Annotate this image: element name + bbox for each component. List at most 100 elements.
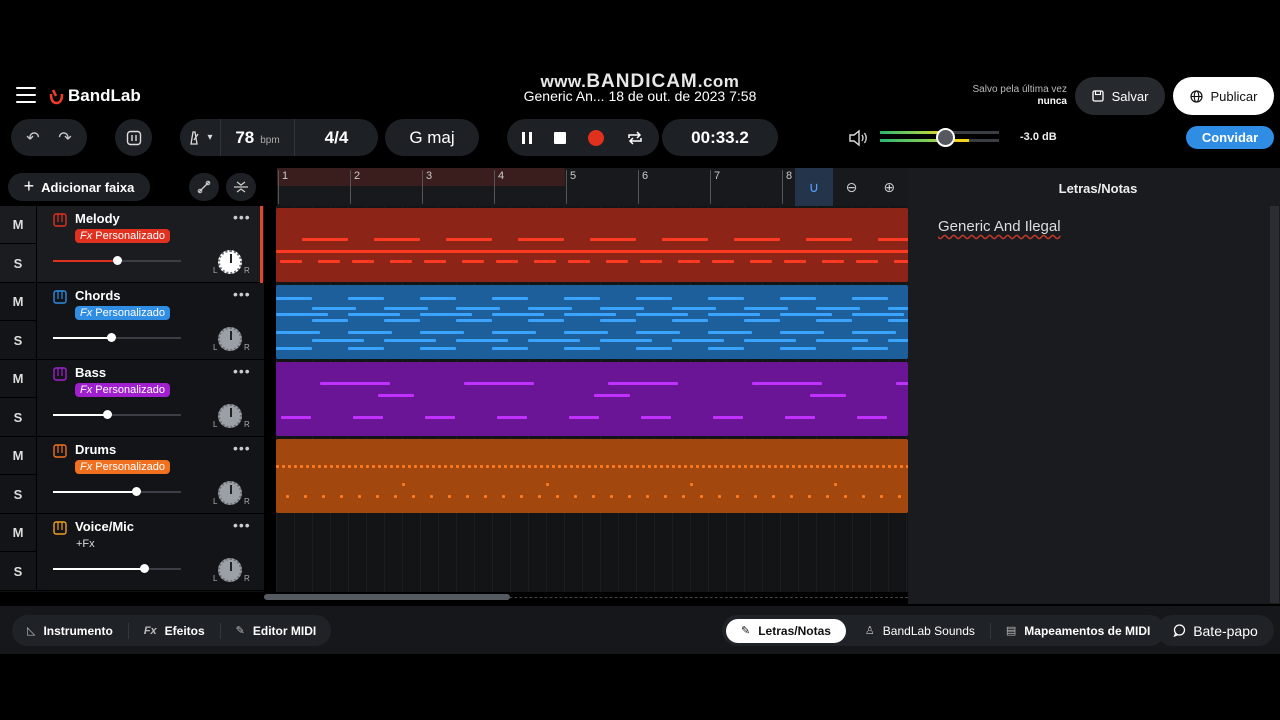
mute-button[interactable]: M bbox=[0, 437, 36, 475]
track-volume-slider[interactable] bbox=[53, 410, 181, 419]
tab-bandlab-sounds[interactable]: ♙ BandLab Sounds bbox=[850, 623, 990, 639]
volume-thumb[interactable] bbox=[113, 256, 122, 265]
metronome-button[interactable]: ▾ bbox=[180, 130, 220, 145]
track-volume-slider[interactable] bbox=[53, 487, 181, 496]
fx-badge[interactable]: Fx Personalizado bbox=[75, 460, 170, 474]
solo-button[interactable]: S bbox=[0, 398, 36, 436]
notes-editor[interactable]: Generic And Ilegal bbox=[938, 218, 1061, 235]
pause-icon[interactable] bbox=[522, 131, 532, 144]
mute-button[interactable]: M bbox=[0, 514, 36, 552]
pan-knob[interactable] bbox=[218, 481, 242, 505]
track-name[interactable]: Voice/Mic bbox=[75, 519, 134, 534]
mute-button[interactable]: M bbox=[0, 206, 36, 244]
fx-badge[interactable]: Fx Personalizado bbox=[75, 306, 170, 320]
midi-note bbox=[856, 260, 878, 263]
horizontal-scrollbar[interactable] bbox=[264, 594, 510, 600]
more-options-icon[interactable]: ••• bbox=[233, 209, 251, 225]
track-header[interactable]: M S Melody ••• Fx Personalizado L R bbox=[0, 206, 264, 283]
midi-note bbox=[678, 465, 681, 468]
snap-magnet-icon[interactable]: ∪ bbox=[795, 168, 833, 206]
solo-button[interactable]: S bbox=[0, 244, 36, 282]
midi-note bbox=[366, 465, 369, 468]
track-header[interactable]: M S Voice/Mic ••• +Fx L R bbox=[0, 514, 264, 591]
tab-lyrics-notes[interactable]: ✎ Letras/Notas bbox=[726, 618, 846, 643]
record-icon[interactable] bbox=[588, 129, 604, 146]
time-signature[interactable]: 4/4 bbox=[295, 128, 378, 148]
fx-badge[interactable]: Fx Personalizado bbox=[75, 229, 170, 243]
pan-knob[interactable] bbox=[218, 404, 242, 428]
redo-icon[interactable]: ↷ bbox=[58, 128, 71, 148]
midi-note bbox=[844, 495, 847, 498]
pan-knob[interactable] bbox=[218, 327, 242, 351]
midi-note bbox=[852, 347, 888, 350]
midi-note bbox=[816, 339, 868, 342]
add-track-button[interactable]: + Adicionar faixa bbox=[8, 173, 150, 201]
collapse-tracks-button[interactable] bbox=[226, 173, 256, 201]
zoom-in-icon[interactable]: ⊕ bbox=[870, 179, 908, 196]
more-options-icon[interactable]: ••• bbox=[233, 363, 251, 379]
track-volume-slider[interactable] bbox=[53, 333, 181, 342]
bandlab-logo[interactable]: BandLab bbox=[49, 86, 141, 106]
tab-midi-editor[interactable]: ✎ Editor MIDI bbox=[219, 622, 332, 639]
vertical-scrollbar[interactable] bbox=[1270, 206, 1279, 603]
volume-thumb[interactable] bbox=[132, 487, 142, 496]
mute-button[interactable]: M bbox=[0, 360, 36, 398]
clip-chords[interactable] bbox=[276, 285, 908, 359]
midi-note bbox=[708, 313, 760, 316]
zoom-out-icon[interactable]: ⊖ bbox=[833, 179, 871, 196]
solo-button[interactable]: S bbox=[0, 321, 36, 359]
speaker-icon[interactable] bbox=[848, 128, 870, 148]
mute-button[interactable]: M bbox=[0, 283, 36, 321]
volume-thumb[interactable] bbox=[102, 410, 112, 419]
midi-note bbox=[540, 465, 543, 468]
clip-melody[interactable] bbox=[276, 208, 908, 282]
fx-badge[interactable]: Fx Personalizado bbox=[75, 383, 170, 397]
menu-icon[interactable] bbox=[16, 87, 36, 103]
tab-midi-mappings[interactable]: ▤ Mapeamentos de MIDI bbox=[989, 622, 1165, 639]
track-header[interactable]: M S Drums ••• Fx Personalizado L R bbox=[0, 437, 264, 514]
publish-button[interactable]: Publicar bbox=[1173, 77, 1274, 115]
volume-thumb[interactable] bbox=[139, 564, 149, 573]
more-options-icon[interactable]: ••• bbox=[233, 440, 251, 456]
chat-button[interactable]: Bate-papo bbox=[1157, 615, 1274, 646]
solo-button[interactable]: S bbox=[0, 552, 36, 590]
bar-marker: 3 bbox=[422, 170, 432, 204]
midi-note bbox=[876, 465, 879, 468]
track-name[interactable]: Chords bbox=[75, 288, 121, 303]
tab-instrument[interactable]: ◺ Instrumento bbox=[12, 615, 128, 646]
volume-knob[interactable] bbox=[936, 128, 955, 147]
track-name[interactable]: Drums bbox=[75, 442, 116, 457]
pan-knob[interactable] bbox=[218, 558, 242, 582]
arrangement-area[interactable] bbox=[276, 206, 908, 592]
bar-marker: 4 bbox=[494, 170, 504, 204]
tab-effects[interactable]: Fx Efeitos bbox=[127, 622, 220, 639]
track-header[interactable]: M S Chords ••• Fx Personalizado L R bbox=[0, 283, 264, 360]
track-volume-slider[interactable] bbox=[53, 564, 181, 573]
undo-icon[interactable]: ↶ bbox=[26, 128, 39, 148]
mixer-button[interactable] bbox=[115, 119, 152, 156]
stop-icon[interactable] bbox=[554, 131, 566, 144]
automation-button[interactable] bbox=[189, 173, 219, 201]
invite-button[interactable]: Convidar bbox=[1186, 126, 1274, 149]
loop-icon[interactable] bbox=[626, 130, 644, 145]
timeline-ruler[interactable]: 1 2 3 4 5 6 7 8 bbox=[277, 168, 795, 206]
more-options-icon[interactable]: ••• bbox=[233, 517, 251, 533]
more-options-icon[interactable]: ••• bbox=[233, 286, 251, 302]
track-volume-slider[interactable] bbox=[53, 256, 181, 265]
track-name[interactable]: Melody bbox=[75, 211, 120, 226]
midi-note bbox=[636, 465, 639, 468]
track-header[interactable]: M S Bass ••• Fx Personalizado L R bbox=[0, 360, 264, 437]
save-button[interactable]: Salvar bbox=[1075, 77, 1165, 115]
solo-button[interactable]: S bbox=[0, 475, 36, 513]
loop-region[interactable] bbox=[277, 168, 565, 186]
volume-thumb[interactable] bbox=[106, 333, 116, 342]
key-selector[interactable]: G maj bbox=[385, 119, 479, 156]
tempo-field[interactable]: 78 bpm bbox=[220, 119, 295, 156]
chevron-down-icon[interactable]: ▾ bbox=[207, 132, 212, 143]
clip-drums[interactable] bbox=[276, 439, 908, 513]
pan-knob[interactable] bbox=[218, 250, 242, 274]
track-name[interactable]: Bass bbox=[75, 365, 106, 380]
midi-note bbox=[588, 465, 591, 468]
add-fx-button[interactable]: +Fx bbox=[76, 537, 95, 551]
clip-bass[interactable] bbox=[276, 362, 908, 436]
